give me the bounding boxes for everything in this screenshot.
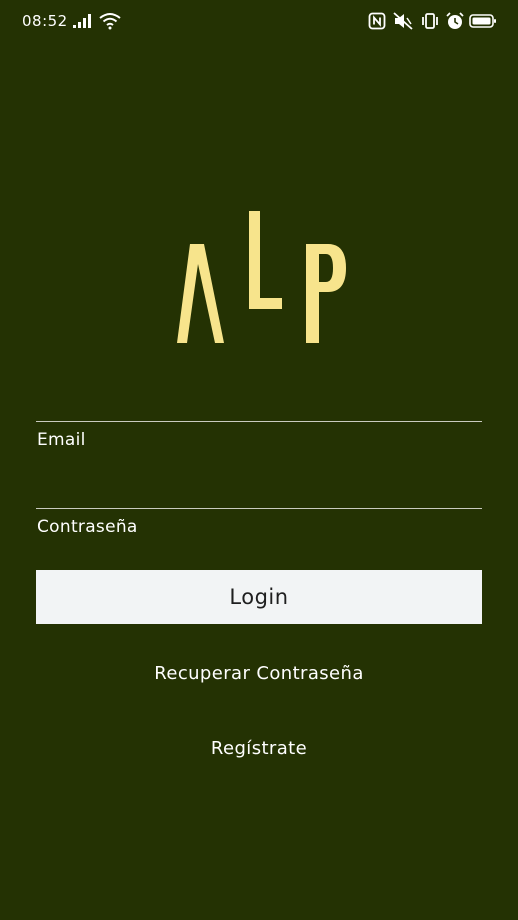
logo-letter-p: [306, 244, 346, 343]
password-field-group: Contraseña: [36, 478, 482, 548]
password-input[interactable]: [36, 478, 482, 509]
battery-icon: [469, 14, 496, 28]
alp-logo: [177, 211, 346, 343]
status-time: 08:52: [22, 12, 68, 30]
wifi-icon: [99, 13, 121, 30]
mute-icon: [393, 12, 413, 30]
nfc-icon: [368, 12, 386, 30]
register-link[interactable]: Regístrate: [0, 738, 518, 759]
status-bar: 08:52: [0, 0, 518, 44]
alarm-icon: [446, 12, 464, 29]
vibrate-icon: [422, 13, 438, 29]
logo-letter-a: [177, 244, 224, 343]
login-button[interactable]: Login: [36, 570, 482, 624]
email-field-group: Email: [36, 391, 482, 461]
signal-icon: [73, 14, 91, 28]
recover-password-link[interactable]: Recuperar Contraseña: [0, 663, 518, 684]
password-label: Contraseña: [37, 517, 138, 537]
email-label: Email: [37, 430, 86, 450]
email-input[interactable]: [36, 391, 482, 422]
logo-letter-l: [249, 211, 282, 309]
